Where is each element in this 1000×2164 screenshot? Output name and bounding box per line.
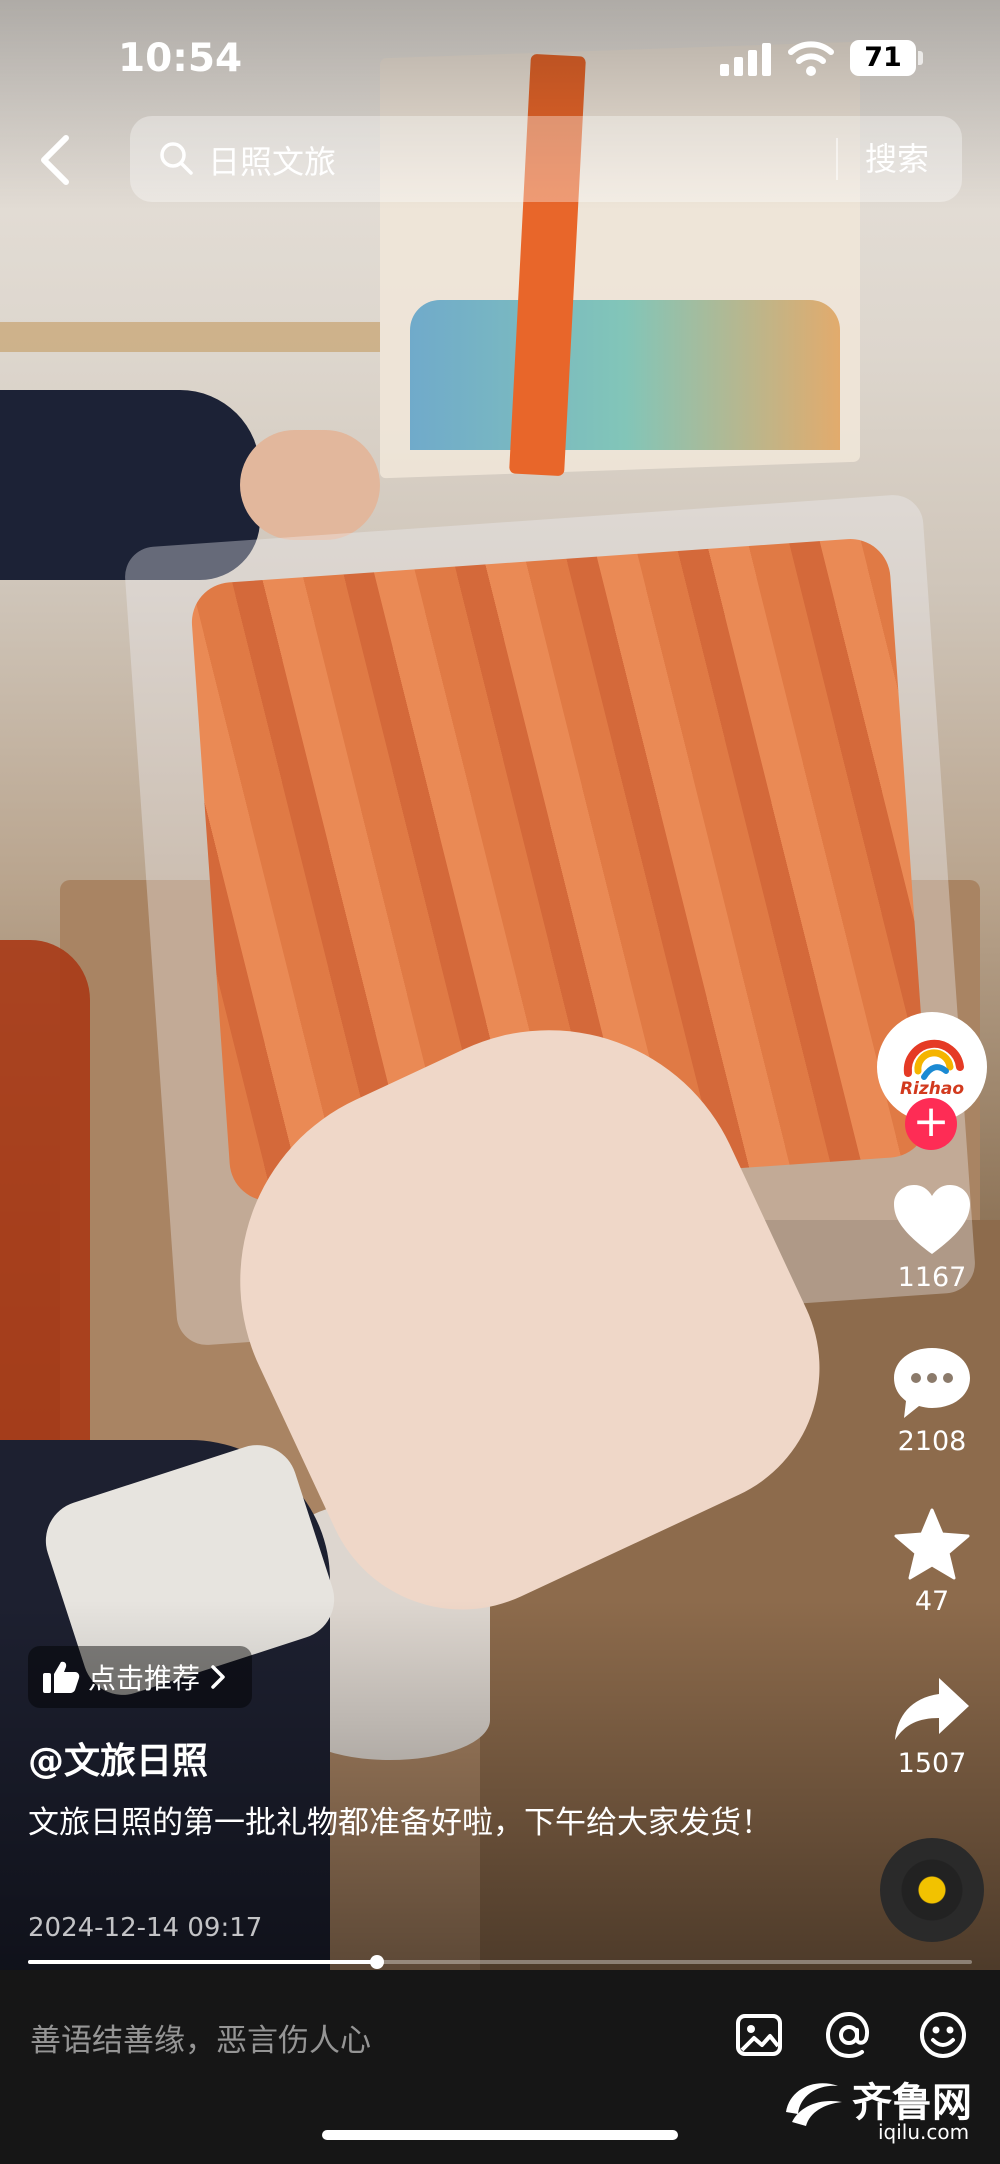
heart-icon xyxy=(894,1185,970,1254)
favorite-button[interactable]: 47 xyxy=(872,1508,992,1617)
watermark-url: iqilu.com xyxy=(878,2120,970,2144)
iqilu-logo-icon xyxy=(786,2083,842,2126)
comment-input[interactable] xyxy=(28,2010,692,2072)
at-icon[interactable] xyxy=(824,2010,874,2060)
star-icon xyxy=(894,1508,970,1580)
status-time: 10:54 xyxy=(118,36,243,81)
video-progress-bar[interactable] xyxy=(28,1955,972,1969)
image-icon[interactable] xyxy=(734,2010,784,2060)
search-button[interactable]: 搜索 xyxy=(865,116,929,202)
background-shelf xyxy=(0,322,380,352)
thumbs-up-icon xyxy=(43,1661,80,1693)
search-bar[interactable]: 搜索 xyxy=(130,116,962,204)
comment-count: 2108 xyxy=(897,1426,967,1457)
post-caption: 文旅日照的第一批礼物都准备好啦，下午给大家发货！ xyxy=(28,1805,772,1841)
favorite-count: 47 xyxy=(914,1586,950,1617)
recommend-button[interactable]: 点击推荐 xyxy=(28,1646,253,1708)
search-divider xyxy=(836,138,838,180)
status-bar: 10:54 71 xyxy=(0,0,1000,120)
back-arrow-icon[interactable] xyxy=(34,132,78,188)
share-button[interactable]: 1507 xyxy=(872,1676,992,1779)
iqilu-watermark: 齐鲁网 iqilu.com xyxy=(780,2070,990,2150)
author-name[interactable]: @文旅日照 xyxy=(28,1732,208,1784)
emoji-icon[interactable] xyxy=(918,2010,968,2060)
chevron-right-icon xyxy=(211,1665,225,1689)
like-button[interactable]: 1167 xyxy=(872,1184,992,1293)
share-icon xyxy=(895,1678,969,1740)
comment-button[interactable]: 2108 xyxy=(872,1346,992,1457)
wifi-icon xyxy=(788,41,834,76)
like-count: 1167 xyxy=(897,1262,967,1293)
battery-tip xyxy=(918,51,923,65)
hair xyxy=(0,940,90,1500)
follow-button[interactable]: + xyxy=(905,1098,957,1150)
comment-icon xyxy=(894,1348,970,1418)
search-icon xyxy=(160,142,193,175)
share-count: 1507 xyxy=(897,1748,967,1779)
search-input[interactable] xyxy=(206,116,750,204)
gift-box-artwork xyxy=(410,300,840,450)
background-hand xyxy=(240,430,380,540)
home-indicator[interactable] xyxy=(322,2130,678,2140)
music-disc-icon[interactable] xyxy=(880,1838,984,1942)
battery-indicator: 71 xyxy=(850,40,916,76)
recommend-label: 点击推荐 xyxy=(88,1662,201,1695)
progress-fill xyxy=(28,1960,378,1964)
post-date: 2024-12-14 09:17 xyxy=(28,1913,263,1943)
cellular-signal-icon xyxy=(720,42,772,76)
